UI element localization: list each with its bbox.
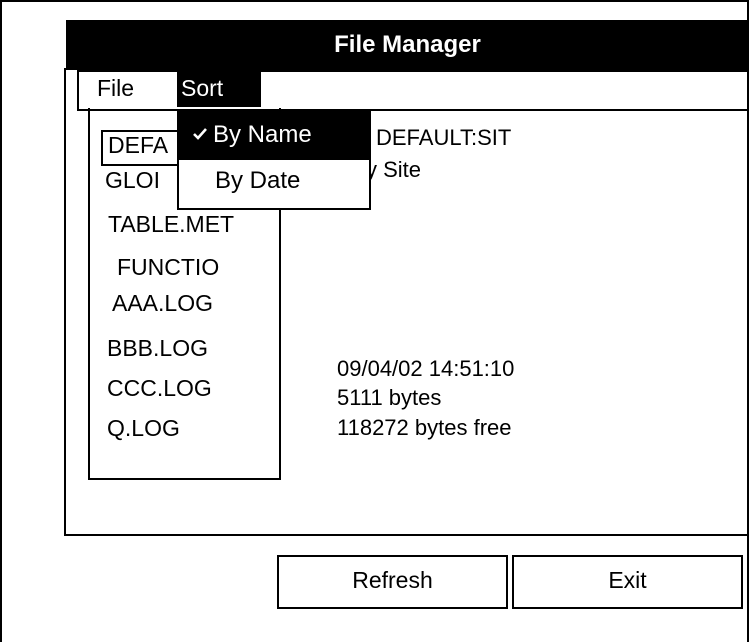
- file-list-item[interactable]: FUNCTIO: [117, 253, 219, 281]
- sort-by-date-item[interactable]: By Date: [215, 166, 300, 196]
- file-list-item[interactable]: CCC.LOG: [107, 374, 212, 402]
- file-list-item[interactable]: BBB.LOG: [107, 334, 208, 362]
- sort-by-name-label: By Name: [213, 121, 312, 148]
- file-detail-free-space: 118272 bytes free: [337, 415, 512, 440]
- file-list-item[interactable]: GLOI: [105, 166, 160, 194]
- menu-sort[interactable]: Sort: [177, 72, 261, 107]
- menu-file[interactable]: File: [97, 72, 134, 107]
- check-icon: [193, 128, 207, 140]
- file-list-item[interactable]: AAA.LOG: [112, 289, 213, 317]
- file-list-item[interactable]: TABLE.MET: [108, 210, 234, 238]
- window-title: File Manager: [334, 31, 481, 58]
- file-detail-name: DEFAULT:SIT: [376, 125, 512, 150]
- file-detail-timestamp: 09/04/02 14:51:10: [337, 356, 515, 381]
- refresh-button[interactable]: Refresh: [277, 555, 508, 609]
- exit-button[interactable]: Exit: [512, 555, 743, 609]
- file-list-item[interactable]: DEFA: [108, 131, 168, 159]
- file-detail-size: 5111 bytes: [337, 385, 442, 410]
- file-list-item[interactable]: Q.LOG: [107, 414, 180, 442]
- file-detail-type: y Site: [366, 157, 422, 182]
